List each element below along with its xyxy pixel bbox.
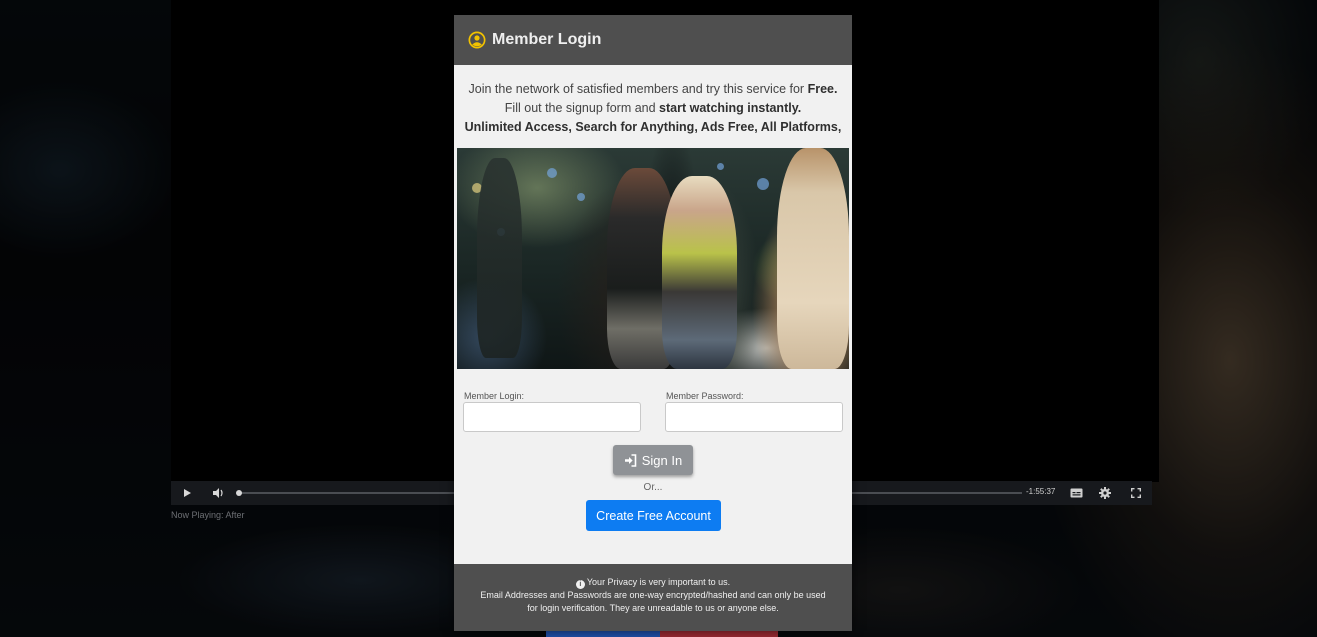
sign-in-label: Sign In	[641, 452, 683, 468]
intro-text: Join the network of satisfied members an…	[454, 65, 852, 137]
intro-line-2-text: Fill out the signup form and	[504, 101, 660, 115]
background-button-strip	[660, 630, 778, 637]
privacy-footer: i Your Privacy is very important to us. E…	[454, 564, 852, 631]
intro-line-1-bold: Free.	[807, 82, 838, 96]
sign-in-icon	[624, 453, 637, 467]
play-icon[interactable]	[175, 481, 199, 505]
gear-icon[interactable]	[1093, 481, 1117, 505]
fullscreen-icon[interactable]	[1124, 481, 1148, 505]
info-icon: i	[575, 580, 585, 589]
privacy-text-line-1: Email Addresses and Passwords are one-wa…	[480, 590, 826, 600]
time-remaining: -1:55:37	[1026, 487, 1056, 496]
intro-line-2: Fill out the signup form and start watch…	[454, 99, 852, 118]
user-circle-icon	[468, 31, 486, 49]
background-button-strip	[546, 630, 660, 637]
captions-icon[interactable]	[1064, 481, 1088, 505]
privacy-heading-text: Your Privacy is very important to us.	[586, 577, 731, 587]
intro-line-3: Unlimited Access, Search for Anything, A…	[454, 118, 852, 137]
member-login-input[interactable]	[463, 402, 641, 432]
create-free-account-button[interactable]: Create Free Account	[586, 500, 721, 531]
privacy-heading: i Your Privacy is very important to us.	[454, 576, 852, 589]
intro-line-2-bold: start watching instantly.	[659, 101, 802, 115]
intro-line-1: Join the network of satisfied members an…	[454, 80, 852, 99]
member-password-label: Member Password:	[666, 391, 744, 401]
modal-header: Member Login	[454, 15, 852, 65]
intro-line-1-text: Join the network of satisfied members an…	[468, 82, 808, 96]
modal-title: Member Login	[492, 31, 602, 48]
volume-icon[interactable]	[207, 481, 231, 505]
now-playing-text: Now Playing: After	[171, 510, 245, 520]
progress-handle[interactable]	[236, 490, 242, 496]
member-login-label: Member Login:	[464, 391, 525, 401]
member-password-input[interactable]	[665, 402, 843, 432]
intro-line-3-bold: Unlimited Access, Search for Anything, A…	[464, 120, 842, 134]
privacy-text-line-2: for login verification. They are unreada…	[527, 603, 779, 613]
or-divider-text: Or...	[643, 482, 663, 493]
member-login-modal: Member Login Join the network of satisfi…	[454, 15, 852, 631]
sign-in-button[interactable]: Sign In	[613, 445, 693, 475]
hero-image	[457, 148, 849, 369]
